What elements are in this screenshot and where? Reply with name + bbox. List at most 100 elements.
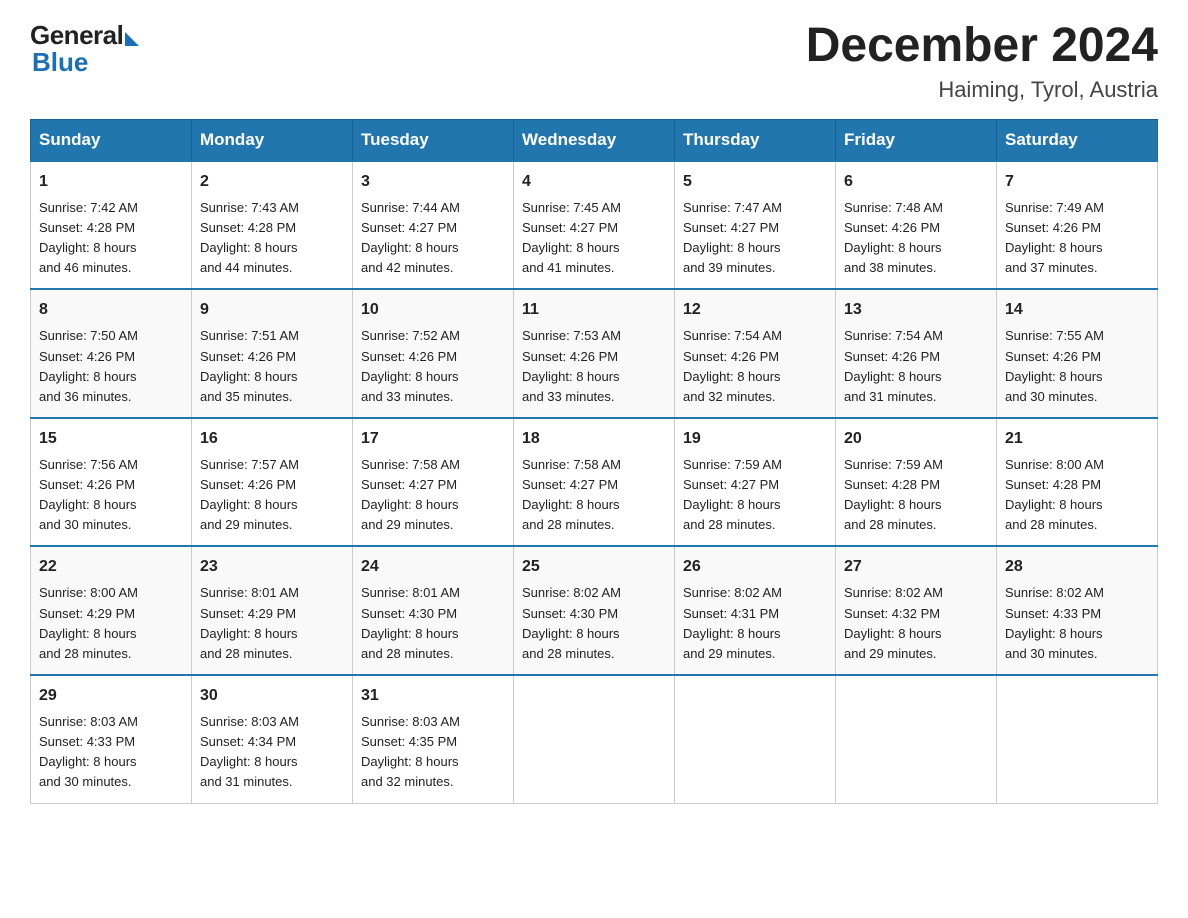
location-subtitle: Haiming, Tyrol, Austria — [806, 77, 1158, 103]
week-row-1: 1Sunrise: 7:42 AMSunset: 4:28 PMDaylight… — [31, 161, 1158, 290]
week-row-4: 22 Sunrise: 8:00 AMSunset: 4:29 PMDayligh… — [31, 546, 1158, 675]
day-number: 3 — [361, 170, 505, 194]
day-cell: 17 Sunrise: 7:58 AMSunset: 4:27 PMDayligh… — [353, 418, 514, 547]
calendar-header: SundayMondayTuesdayWednesdayThursdayFrid… — [31, 119, 1158, 161]
day-cell: 20 Sunrise: 7:59 AMSunset: 4:28 PMDayligh… — [836, 418, 997, 547]
day-number: 8 — [39, 298, 183, 322]
day-number: 14 — [1005, 298, 1149, 322]
day-info: Sunrise: 7:54 AMSunset: 4:26 PMDaylight:… — [683, 326, 827, 407]
day-cell: 28Sunrise: 8:02 AMSunset: 4:33 PMDayligh… — [997, 546, 1158, 675]
day-cell: 7 Sunrise: 7:49 AMSunset: 4:26 PMDaylight… — [997, 161, 1158, 290]
header-wednesday: Wednesday — [514, 119, 675, 161]
day-info: Sunrise: 7:58 AMSunset: 4:27 PMDaylight:… — [522, 455, 666, 536]
day-cell: 29 Sunrise: 8:03 AMSunset: 4:33 PMDayligh… — [31, 675, 192, 803]
day-info: Sunrise: 7:58 AMSunset: 4:27 PMDaylight:… — [361, 455, 505, 536]
day-info: Sunrise: 8:00 AMSunset: 4:29 PMDaylight:… — [39, 583, 183, 664]
day-number: 22 — [39, 555, 183, 579]
day-cell — [675, 675, 836, 803]
day-number: 23 — [200, 555, 344, 579]
day-number: 7 — [1005, 170, 1149, 194]
day-number: 17 — [361, 427, 505, 451]
month-title: December 2024 — [806, 20, 1158, 73]
day-cell: 21 Sunrise: 8:00 AMSunset: 4:28 PMDayligh… — [997, 418, 1158, 547]
day-info: Sunrise: 7:54 AMSunset: 4:26 PMDaylight:… — [844, 326, 988, 407]
day-info: Sunrise: 8:01 AMSunset: 4:29 PMDaylight:… — [200, 583, 344, 664]
day-cell: 19 Sunrise: 7:59 AMSunset: 4:27 PMDayligh… — [675, 418, 836, 547]
day-number: 18 — [522, 427, 666, 451]
day-cell: 2 Sunrise: 7:43 AMSunset: 4:28 PMDaylight… — [192, 161, 353, 290]
day-cell: 9Sunrise: 7:51 AMSunset: 4:26 PMDaylight… — [192, 289, 353, 418]
day-number: 1 — [39, 170, 183, 194]
calendar-body: 1Sunrise: 7:42 AMSunset: 4:28 PMDaylight… — [31, 161, 1158, 803]
logo: General Blue — [30, 20, 139, 78]
day-cell: 22 Sunrise: 8:00 AMSunset: 4:29 PMDayligh… — [31, 546, 192, 675]
day-info: Sunrise: 7:59 AMSunset: 4:28 PMDaylight:… — [844, 455, 988, 536]
day-number: 4 — [522, 170, 666, 194]
header-sunday: Sunday — [31, 119, 192, 161]
day-info: Sunrise: 8:02 AMSunset: 4:31 PMDaylight:… — [683, 583, 827, 664]
header-friday: Friday — [836, 119, 997, 161]
day-info: Sunrise: 8:03 AMSunset: 4:33 PMDaylight:… — [39, 712, 183, 793]
day-info: Sunrise: 7:57 AMSunset: 4:26 PMDaylight:… — [200, 455, 344, 536]
day-info: Sunrise: 7:59 AMSunset: 4:27 PMDaylight:… — [683, 455, 827, 536]
week-row-3: 15 Sunrise: 7:56 AMSunset: 4:26 PMDayligh… — [31, 418, 1158, 547]
day-number: 19 — [683, 427, 827, 451]
day-info: Sunrise: 7:43 AMSunset: 4:28 PMDaylight:… — [200, 198, 344, 279]
day-info: Sunrise: 7:52 AMSunset: 4:26 PMDaylight:… — [361, 326, 505, 407]
day-cell: 26 Sunrise: 8:02 AMSunset: 4:31 PMDayligh… — [675, 546, 836, 675]
title-area: December 2024 Haiming, Tyrol, Austria — [806, 20, 1158, 103]
day-info: Sunrise: 7:49 AMSunset: 4:26 PMDaylight:… — [1005, 198, 1149, 279]
day-number: 30 — [200, 684, 344, 708]
day-number: 20 — [844, 427, 988, 451]
day-cell: 24Sunrise: 8:01 AMSunset: 4:30 PMDayligh… — [353, 546, 514, 675]
day-info: Sunrise: 7:44 AMSunset: 4:27 PMDaylight:… — [361, 198, 505, 279]
day-number: 28 — [1005, 555, 1149, 579]
day-number: 15 — [39, 427, 183, 451]
day-number: 13 — [844, 298, 988, 322]
day-info: Sunrise: 7:56 AMSunset: 4:26 PMDaylight:… — [39, 455, 183, 536]
day-cell: 10Sunrise: 7:52 AMSunset: 4:26 PMDayligh… — [353, 289, 514, 418]
day-cell — [836, 675, 997, 803]
day-info: Sunrise: 7:48 AMSunset: 4:26 PMDaylight:… — [844, 198, 988, 279]
day-cell: 23 Sunrise: 8:01 AMSunset: 4:29 PMDayligh… — [192, 546, 353, 675]
calendar-table: SundayMondayTuesdayWednesdayThursdayFrid… — [30, 119, 1158, 804]
day-cell: 31Sunrise: 8:03 AMSunset: 4:35 PMDayligh… — [353, 675, 514, 803]
day-info: Sunrise: 8:01 AMSunset: 4:30 PMDaylight:… — [361, 583, 505, 664]
day-info: Sunrise: 8:02 AMSunset: 4:32 PMDaylight:… — [844, 583, 988, 664]
day-info: Sunrise: 7:53 AMSunset: 4:26 PMDaylight:… — [522, 326, 666, 407]
day-cell: 6 Sunrise: 7:48 AMSunset: 4:26 PMDaylight… — [836, 161, 997, 290]
day-number: 31 — [361, 684, 505, 708]
day-cell: 11 Sunrise: 7:53 AMSunset: 4:26 PMDayligh… — [514, 289, 675, 418]
day-cell: 3 Sunrise: 7:44 AMSunset: 4:27 PMDaylight… — [353, 161, 514, 290]
day-cell: 18 Sunrise: 7:58 AMSunset: 4:27 PMDayligh… — [514, 418, 675, 547]
day-cell: 27 Sunrise: 8:02 AMSunset: 4:32 PMDayligh… — [836, 546, 997, 675]
day-cell: 12Sunrise: 7:54 AMSunset: 4:26 PMDayligh… — [675, 289, 836, 418]
day-cell: 15 Sunrise: 7:56 AMSunset: 4:26 PMDayligh… — [31, 418, 192, 547]
day-info: Sunrise: 8:02 AMSunset: 4:30 PMDaylight:… — [522, 583, 666, 664]
day-number: 16 — [200, 427, 344, 451]
day-number: 6 — [844, 170, 988, 194]
day-cell: 16 Sunrise: 7:57 AMSunset: 4:26 PMDayligh… — [192, 418, 353, 547]
logo-triangle-icon — [125, 32, 139, 46]
day-number: 26 — [683, 555, 827, 579]
day-info: Sunrise: 8:00 AMSunset: 4:28 PMDaylight:… — [1005, 455, 1149, 536]
day-cell — [997, 675, 1158, 803]
day-info: Sunrise: 7:51 AMSunset: 4:26 PMDaylight:… — [200, 326, 344, 407]
page-header: General Blue December 2024 Haiming, Tyro… — [30, 20, 1158, 103]
day-number: 21 — [1005, 427, 1149, 451]
day-cell: 5Sunrise: 7:47 AMSunset: 4:27 PMDaylight… — [675, 161, 836, 290]
day-cell: 8 Sunrise: 7:50 AMSunset: 4:26 PMDaylight… — [31, 289, 192, 418]
day-info: Sunrise: 7:50 AMSunset: 4:26 PMDaylight:… — [39, 326, 183, 407]
day-info: Sunrise: 7:55 AMSunset: 4:26 PMDaylight:… — [1005, 326, 1149, 407]
day-number: 29 — [39, 684, 183, 708]
day-info: Sunrise: 7:45 AMSunset: 4:27 PMDaylight:… — [522, 198, 666, 279]
day-cell: 30Sunrise: 8:03 AMSunset: 4:34 PMDayligh… — [192, 675, 353, 803]
day-number: 25 — [522, 555, 666, 579]
day-number: 5 — [683, 170, 827, 194]
day-number: 11 — [522, 298, 666, 322]
day-number: 27 — [844, 555, 988, 579]
week-row-2: 8 Sunrise: 7:50 AMSunset: 4:26 PMDaylight… — [31, 289, 1158, 418]
day-cell: 25 Sunrise: 8:02 AMSunset: 4:30 PMDayligh… — [514, 546, 675, 675]
day-number: 2 — [200, 170, 344, 194]
day-cell: 4 Sunrise: 7:45 AMSunset: 4:27 PMDaylight… — [514, 161, 675, 290]
